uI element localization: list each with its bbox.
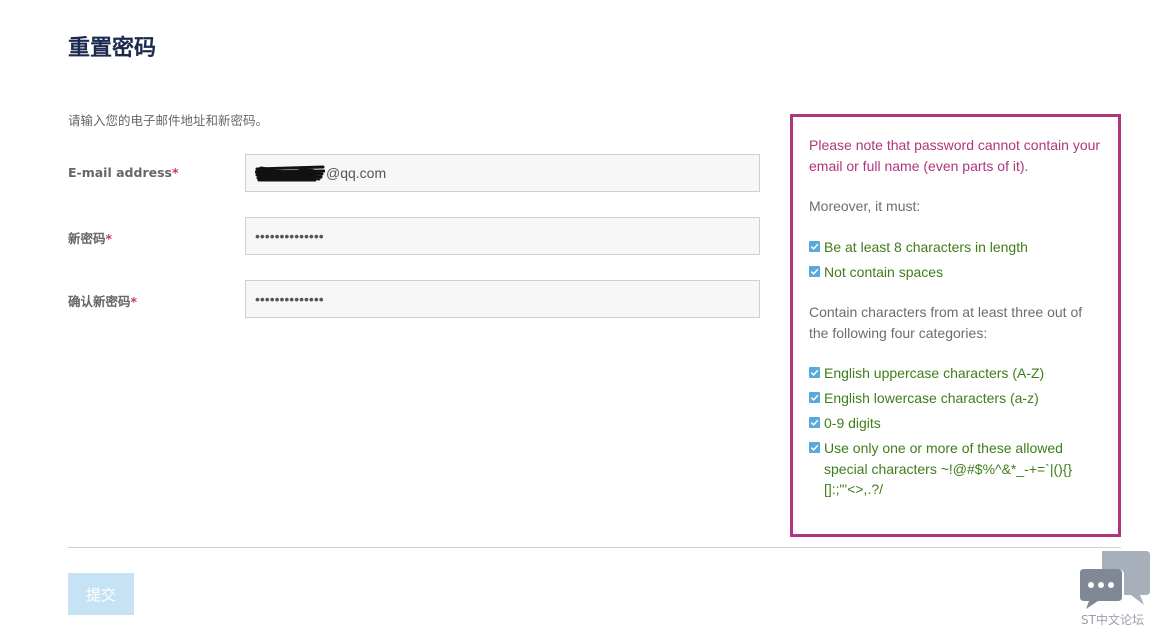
- confirm-password-label: 确认新密码*: [68, 291, 137, 310]
- required-mark: *: [171, 165, 179, 180]
- email-field[interactable]: [245, 154, 760, 192]
- category-rules-list: English uppercase characters (A-Z) Engli…: [809, 363, 1102, 500]
- rule-text: Be at least 8 characters in length: [824, 238, 1028, 255]
- rule-text: English uppercase characters (A-Z): [824, 365, 1045, 381]
- email-row: E-mail address*: [68, 154, 760, 192]
- rule-text: Not contain spaces: [824, 263, 944, 280]
- password-rules-panel: Please note that password cannot contain…: [790, 114, 1121, 537]
- rule-item: Use only one or more of these allowed sp…: [809, 438, 1102, 500]
- confirm-password-row: 确认新密码*: [68, 280, 760, 318]
- rule-item: Not contain spaces: [809, 262, 1102, 283]
- rules-moreover: Moreover, it must:: [809, 198, 921, 214]
- rules-warning: Please note that password cannot contain…: [809, 137, 1101, 174]
- new-password-row: 新密码*: [68, 217, 760, 255]
- rules-categories-intro: Contain characters from at least three o…: [809, 304, 1083, 341]
- rule-item: English uppercase characters (A-Z): [809, 363, 1102, 384]
- required-mark: *: [130, 294, 138, 309]
- rule-text: Use only one or more of these allowed sp…: [824, 440, 1073, 497]
- confirm-password-label-text: 确认新密码: [68, 294, 131, 309]
- submit-button[interactable]: 提交: [68, 573, 134, 615]
- checkbox-checked-icon: [809, 367, 820, 378]
- required-mark: *: [105, 231, 113, 246]
- new-password-label: 新密码*: [68, 228, 112, 247]
- checkbox-checked-icon: [809, 265, 820, 277]
- checkbox-checked-icon: [809, 392, 820, 403]
- confirm-password-field[interactable]: [245, 280, 760, 318]
- instructions-text: 请输入您的电子邮件地址和新密码。: [68, 113, 269, 128]
- rule-item: Be at least 8 characters in length: [809, 237, 1102, 258]
- checkbox-checked-icon: [809, 442, 820, 453]
- basic-rules-list: Be at least 8 characters in length Not c…: [809, 237, 1102, 283]
- email-label: E-mail address*: [68, 165, 179, 180]
- rule-item: English lowercase characters (a-z): [809, 388, 1102, 409]
- email-label-text: E-mail address: [68, 165, 172, 180]
- checkbox-checked-icon: [809, 240, 820, 252]
- rule-text: English lowercase characters (a-z): [824, 390, 1039, 406]
- new-password-field[interactable]: [245, 217, 760, 255]
- new-password-label-text: 新密码: [68, 231, 106, 246]
- page-title: 重置密码: [68, 36, 157, 61]
- rule-item: 0-9 digits: [809, 413, 1102, 434]
- form-divider: [68, 547, 1121, 548]
- forum-watermark-text: ST中文论坛: [1081, 613, 1144, 627]
- checkbox-checked-icon: [809, 417, 820, 428]
- rule-text: 0-9 digits: [824, 415, 881, 431]
